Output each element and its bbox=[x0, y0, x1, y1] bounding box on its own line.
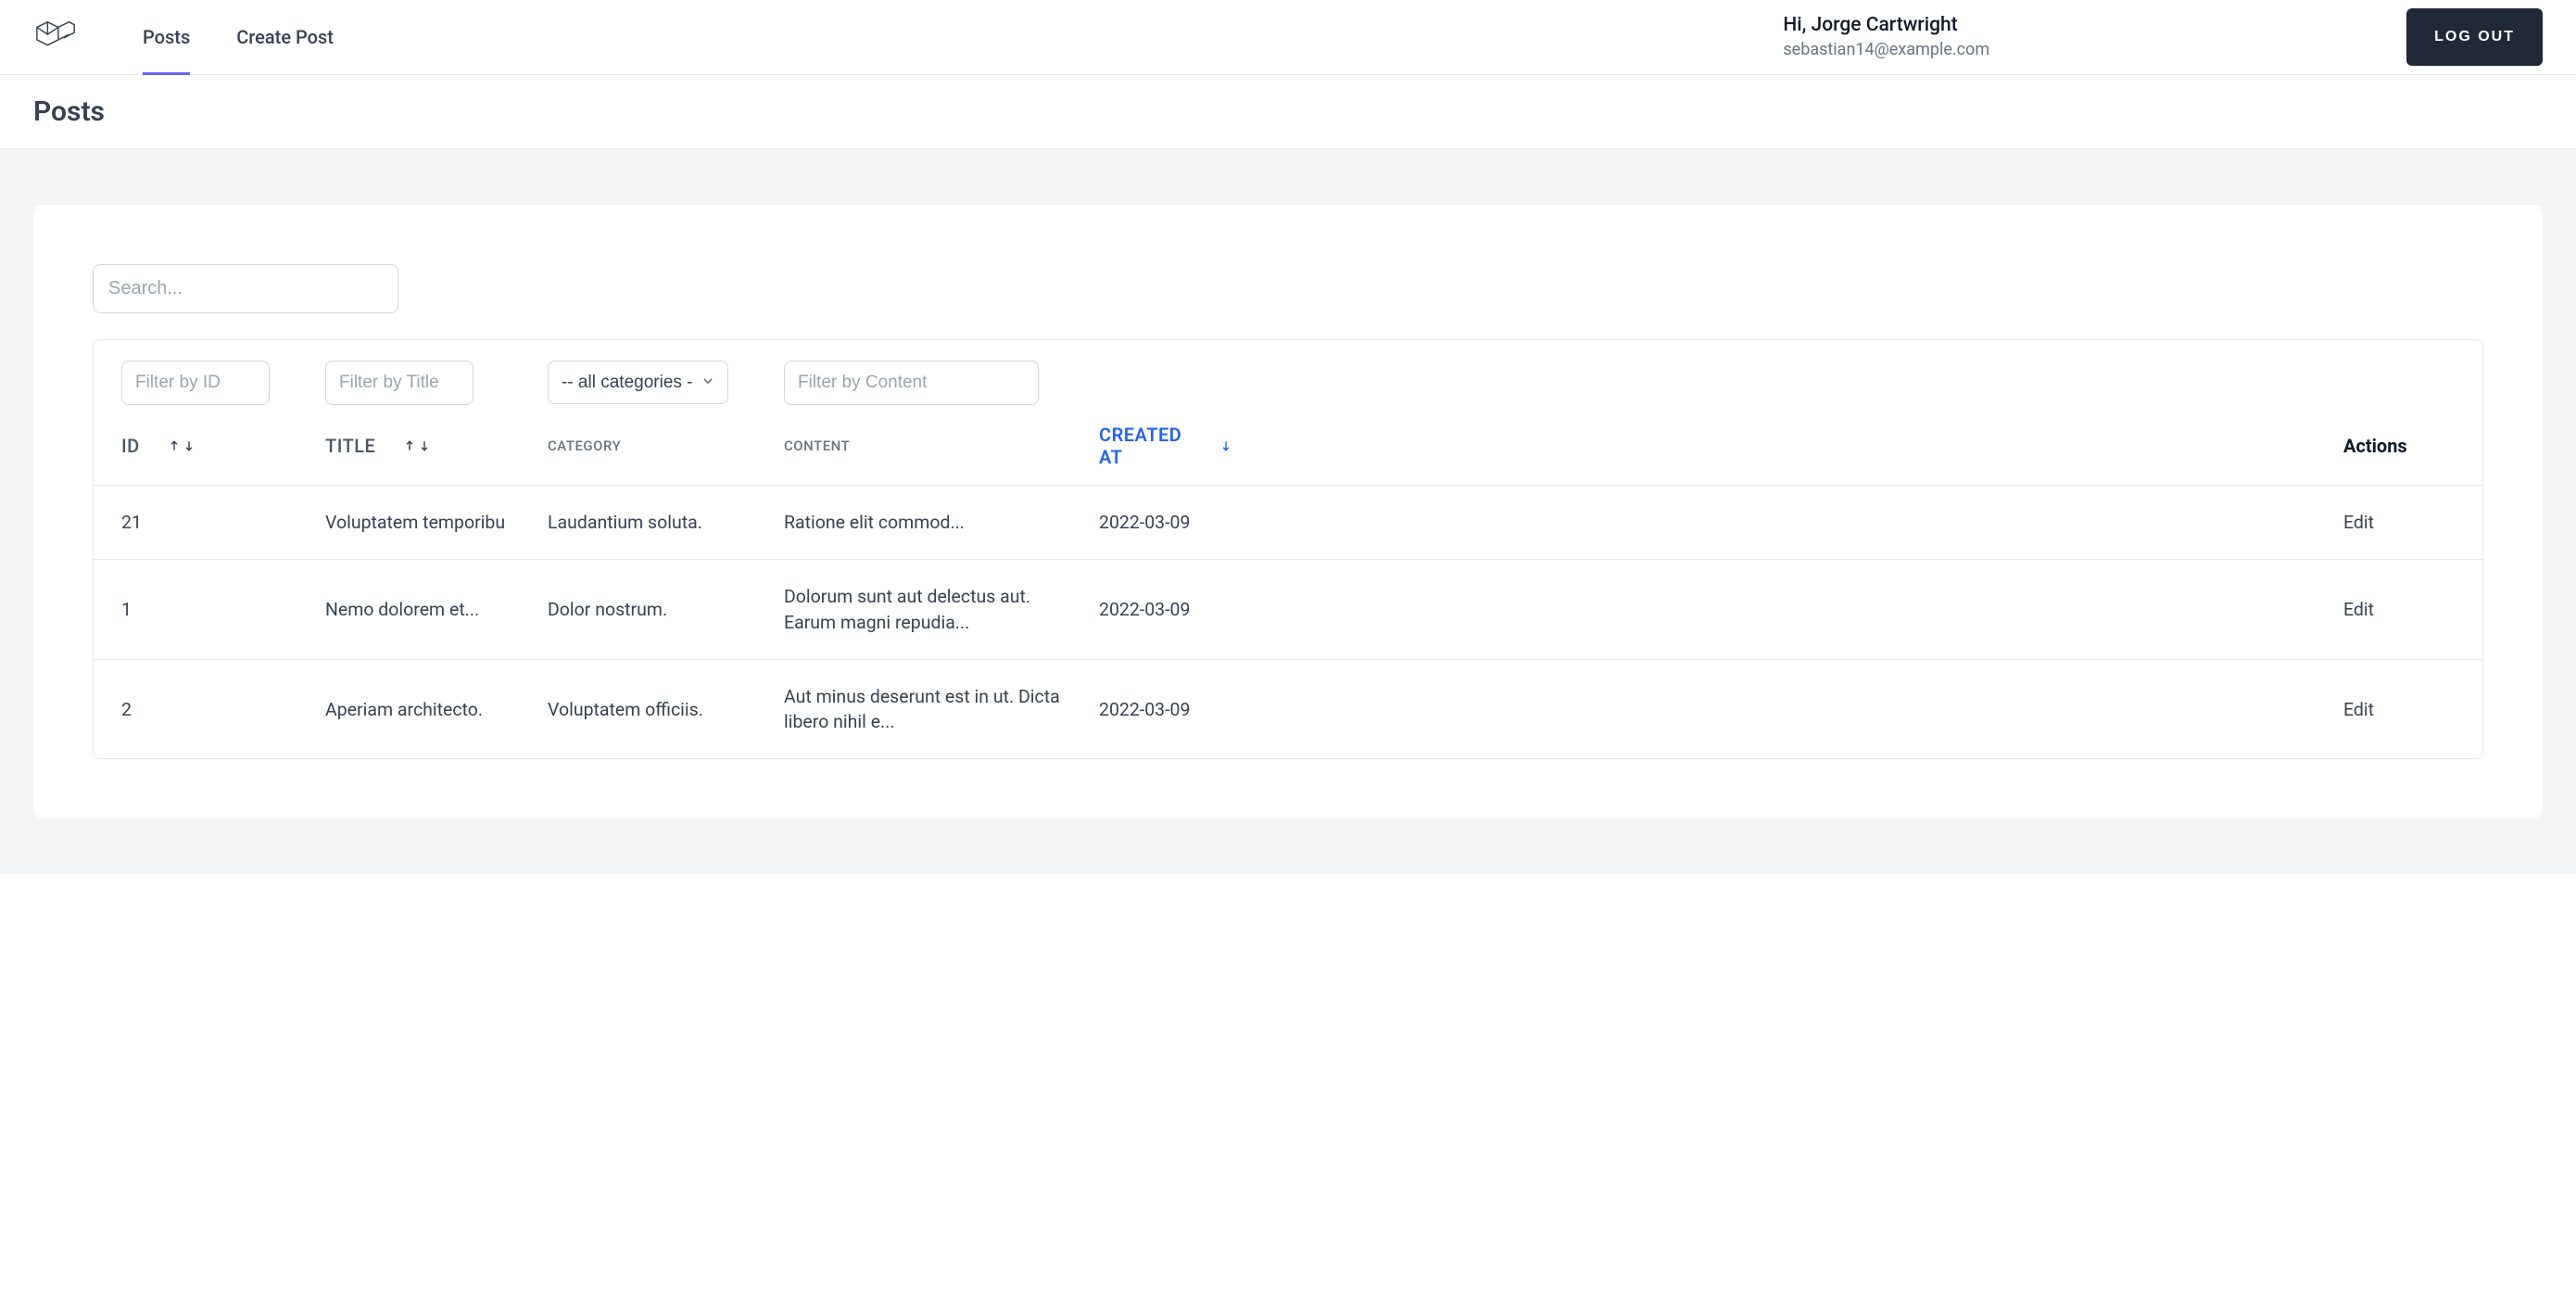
search-wrap bbox=[93, 264, 2483, 313]
filter-title-cell bbox=[325, 361, 548, 405]
nav-tab-create-post[interactable]: Create Post bbox=[236, 0, 334, 75]
header-category: CATEGORY bbox=[548, 438, 784, 454]
cell-created-at: 2022-03-09 bbox=[1099, 697, 2343, 722]
main-canvas: -- all categories -- ID bbox=[0, 149, 2576, 874]
filter-id-cell bbox=[121, 361, 325, 405]
filter-content-cell bbox=[784, 361, 1099, 405]
cell-content: Dolorum sunt aut delectus aut. Earum mag… bbox=[784, 584, 1099, 635]
edit-link[interactable]: Edit bbox=[2343, 699, 2374, 720]
page-title-bar: Posts bbox=[0, 75, 2576, 149]
cell-content: Aut minus deserunt est in ut. Dicta libe… bbox=[784, 684, 1099, 735]
nav-tabs: Posts Create Post bbox=[143, 0, 1783, 75]
edit-link[interactable]: Edit bbox=[2343, 599, 2374, 620]
user-info: Hi, Jorge Cartwright sebastian14@example… bbox=[1783, 13, 1989, 61]
page-title: Posts bbox=[33, 95, 2543, 128]
sort-arrows-icon bbox=[403, 439, 431, 452]
logout-button[interactable]: LOG OUT bbox=[2406, 8, 2543, 66]
filter-title-input[interactable] bbox=[325, 361, 474, 405]
cell-created-at: 2022-03-09 bbox=[1099, 510, 2343, 535]
table-row: 2 Aperiam architecto. Voluptatem officii… bbox=[94, 660, 2482, 759]
filter-id-input[interactable] bbox=[121, 361, 270, 405]
user-email: sebastian14@example.com bbox=[1783, 38, 1989, 61]
edit-link[interactable]: Edit bbox=[2343, 512, 2374, 533]
header-created-at[interactable]: CREATED AT bbox=[1099, 424, 2343, 468]
header-actions: Actions bbox=[2343, 435, 2455, 457]
user-greeting: Hi, Jorge Cartwright bbox=[1783, 13, 1989, 38]
cell-title: Voluptatem temporibu bbox=[325, 510, 548, 535]
table-row: 21 Voluptatem temporibu Laudantium solut… bbox=[94, 486, 2482, 560]
cell-category: Voluptatem officiis. bbox=[548, 697, 784, 722]
app-logo[interactable] bbox=[33, 15, 78, 59]
search-input[interactable] bbox=[93, 264, 398, 313]
cell-id: 1 bbox=[121, 597, 325, 622]
cell-content: Ratione elit commod... bbox=[784, 510, 1099, 535]
filter-row: -- all categories -- bbox=[94, 340, 2482, 424]
filter-category-select[interactable]: -- all categories -- bbox=[548, 361, 728, 404]
filter-content-input[interactable] bbox=[784, 361, 1039, 405]
table-row: 1 Nemo dolorem et... Dolor nostrum. Dolo… bbox=[94, 560, 2482, 660]
sort-down-icon bbox=[1219, 439, 1232, 452]
posts-card: -- all categories -- ID bbox=[33, 205, 2543, 818]
posts-table: -- all categories -- ID bbox=[93, 339, 2483, 759]
table-header: ID TITLE CATEGORY CO bbox=[94, 424, 2482, 486]
cell-category: Laudantium soluta. bbox=[548, 510, 784, 535]
cell-title: Nemo dolorem et... bbox=[325, 597, 548, 622]
cell-created-at: 2022-03-09 bbox=[1099, 597, 2343, 622]
header-title[interactable]: TITLE bbox=[325, 435, 548, 457]
cell-category: Dolor nostrum. bbox=[548, 597, 784, 622]
header-id[interactable]: ID bbox=[121, 435, 325, 457]
top-navigation: Posts Create Post Hi, Jorge Cartwright s… bbox=[0, 0, 2576, 75]
cell-title: Aperiam architecto. bbox=[325, 697, 548, 722]
cell-id: 2 bbox=[121, 697, 325, 722]
filter-category-cell: -- all categories -- bbox=[548, 361, 784, 405]
laravel-logo-icon bbox=[33, 15, 78, 59]
nav-tab-posts[interactable]: Posts bbox=[143, 0, 190, 75]
sort-arrows-icon bbox=[168, 439, 196, 452]
cell-id: 21 bbox=[121, 510, 325, 535]
header-content: CONTENT bbox=[784, 438, 1099, 454]
